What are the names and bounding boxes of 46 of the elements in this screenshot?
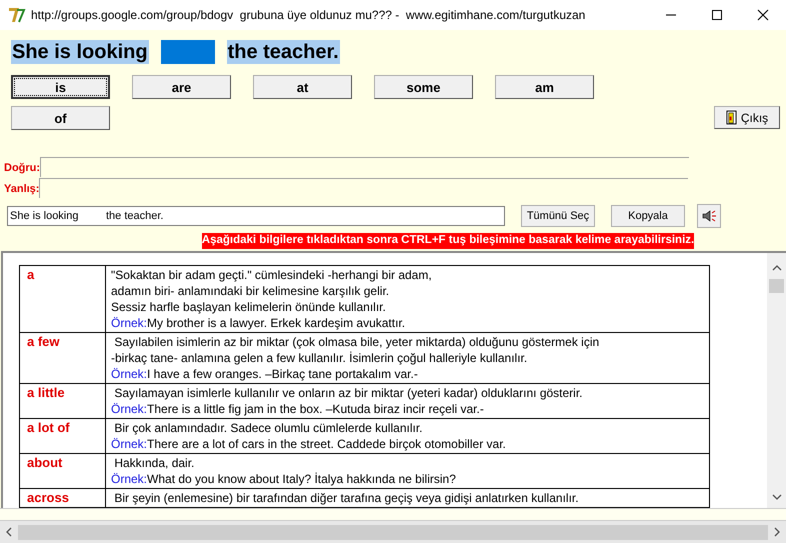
option-button[interactable]: are xyxy=(132,75,231,99)
speaker-icon xyxy=(701,208,717,224)
horizontal-scrollbar[interactable] xyxy=(0,520,786,543)
sentence-text: She is looking xyxy=(11,40,149,64)
option-button[interactable]: am xyxy=(495,75,594,99)
definition-line: Bir çok anlamındadır. Sadece olumlu cümlelerde kullanılır. xyxy=(113,420,424,436)
word-cell: a xyxy=(20,266,106,332)
word-cell: about xyxy=(20,454,106,488)
word-cell: a lot of xyxy=(20,418,106,454)
sentence-text: the teacher. xyxy=(226,40,340,64)
action-button[interactable]: Kopyala xyxy=(611,205,685,227)
definition-line: "Sokaktan bir adam geçti." cümlesindeki -herhangi bir adam, xyxy=(111,267,433,283)
window-title: http://groups.google.com/group/bdogv grubuna üye oldunuz mu??? - www.egitimhane.com/turgutkuzan xyxy=(31,8,586,22)
answer-blank xyxy=(160,40,215,64)
scroll-thumb[interactable] xyxy=(769,279,784,293)
exit-button[interactable]: Çıkış xyxy=(714,106,780,129)
action-button[interactable]: Tümünü Seç xyxy=(521,205,595,227)
word-cell: a little xyxy=(20,384,106,418)
definition-line: Örnek:My brother is a lawyer. Erkek kardeşim avukattır. xyxy=(111,315,406,331)
word-cell: a few xyxy=(20,332,106,384)
definition-line: Sayılamayan isimlerle kullanılır ve onların az bir miktar (yeteri kadar) olduklarını gösterir. xyxy=(113,385,584,401)
definition-line: Sayılabilen isimlerin az bir miktar (çok olmasa bile, yeter miktarda) olduğunu göstermek için xyxy=(113,334,600,350)
vertical-scrollbar[interactable] xyxy=(767,253,786,508)
scroll-thumb[interactable] xyxy=(18,524,768,540)
definition-line: Örnek:There are a lot of cars in the street. Caddede birçok otomobiller var. xyxy=(111,436,507,452)
definition-line: Örnek:There is a little fig jam in the box. –Kutuda biraz incir reçeli var.- xyxy=(111,401,485,417)
option-button[interactable]: some xyxy=(374,75,473,99)
notice-text: Aşağıdaki bilgilere tıkladıktan sonra CTRL+F tuş bileşimine basarak kelime arayabilirsiniz. xyxy=(202,233,694,249)
option-button[interactable]: is xyxy=(11,75,110,99)
definition-line: Sessiz harfle başlayan kelimelerin önünde kullanılır. xyxy=(111,299,387,315)
definition-line: Hakkında, dair. xyxy=(113,455,196,471)
option-button[interactable]: at xyxy=(253,75,352,99)
door-icon xyxy=(726,110,737,125)
app-icon xyxy=(8,6,26,24)
speaker-button[interactable] xyxy=(697,204,721,228)
definition-line: adamın biri- anlamındaki bir kelimesine karşılık gelir. xyxy=(111,283,390,299)
answer-label: Doğru: xyxy=(4,162,40,174)
definition-line: -birkaç tane- anlamına gelen a few kullanılır. İsimlerin çoğul halleriyle kullanılır. xyxy=(111,350,528,366)
definition-line: Örnek:What do you know about Italy? İtalya hakkında ne bilirsin? xyxy=(111,471,457,487)
answer-label: Yanlış: xyxy=(4,183,40,195)
sentence-field[interactable]: She is looking the teacher. xyxy=(7,206,505,226)
definition-line: Bir şeyin (enlemesine) bir tarafından diğer tarafına geçiş veya gidişi anlatırken kullanılır. xyxy=(113,490,580,506)
option-button[interactable]: of xyxy=(11,106,110,130)
definition-line: Örnek:I have a few oranges. –Birkaç tane portakalım var.- xyxy=(111,366,419,382)
close-icon[interactable] xyxy=(757,9,769,21)
maximize-icon[interactable] xyxy=(711,9,723,21)
